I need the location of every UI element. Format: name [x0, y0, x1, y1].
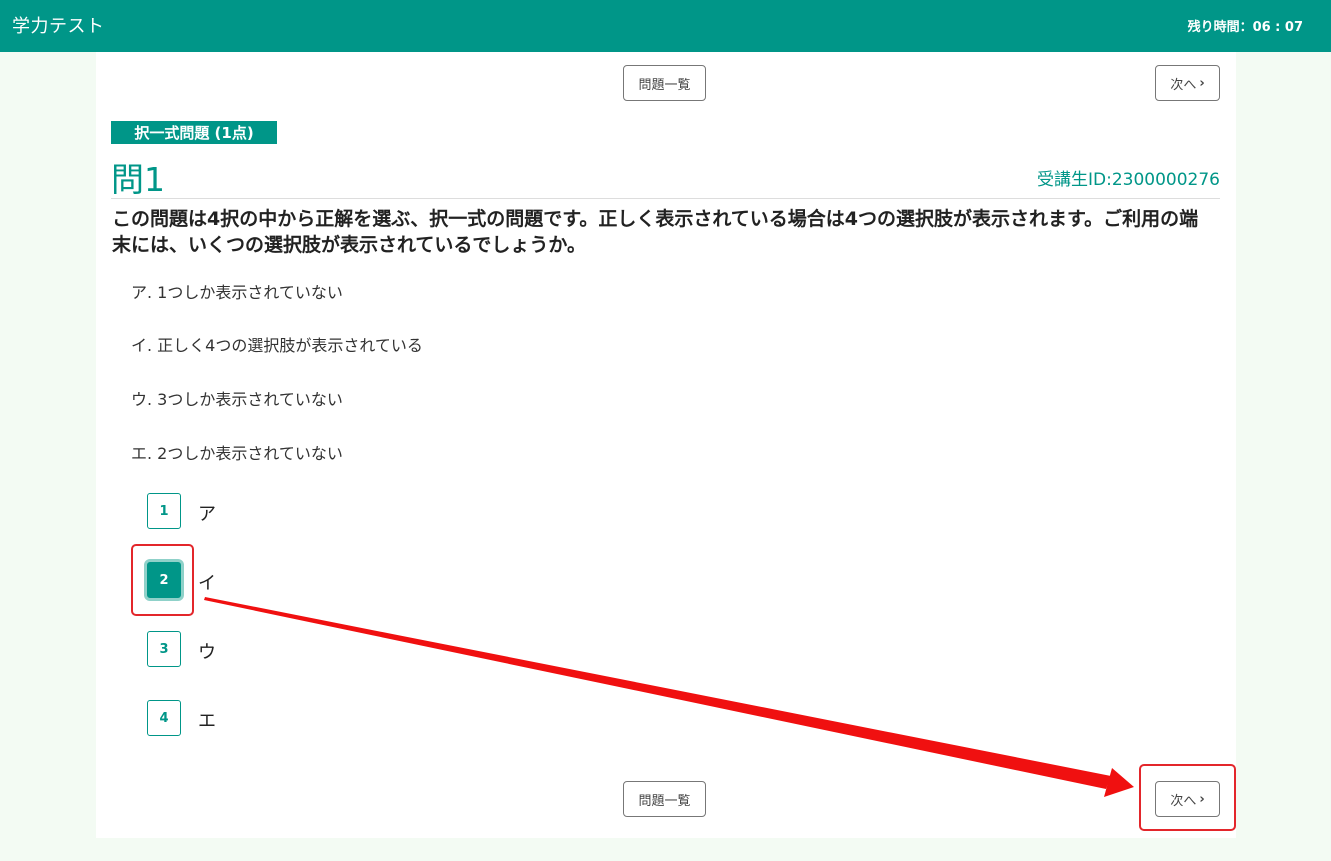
question-number: 問1	[111, 160, 165, 199]
answer-label-1: ア	[198, 504, 216, 525]
next-label: 次へ	[1170, 77, 1197, 93]
annotation-highlight-next	[1139, 764, 1236, 831]
app-header: 学力テスト 残り時間：06 : 07	[0, 0, 1331, 52]
annotation-highlight-answer	[131, 544, 194, 616]
question-type-badge: 択一式問題 (1点)	[111, 121, 277, 144]
choice-a-text: ア. 1つしか表示されていない	[131, 283, 343, 302]
divider	[111, 198, 1220, 199]
question-list-label: 問題一覧	[638, 77, 691, 93]
answer-label-4: エ	[198, 711, 216, 732]
app-title: 学力テスト	[12, 16, 105, 37]
chevron-right-icon: ›	[1199, 75, 1205, 91]
question-list-button-bottom[interactable]: 問題一覧	[623, 781, 706, 817]
remaining-time: 残り時間：06 : 07	[1187, 20, 1303, 35]
answer-button-1[interactable]: 1	[147, 493, 181, 529]
question-panel: 問題一覧 次へ › 択一式問題 (1点) 問1 受講生ID:2300000276…	[96, 52, 1236, 838]
answer-label-2: イ	[198, 573, 216, 594]
question-list-button-top[interactable]: 問題一覧	[623, 65, 706, 101]
choice-e-text: エ. 2つしか表示されていない	[131, 444, 343, 463]
choice-u-text: ウ. 3つしか表示されていない	[131, 390, 343, 409]
answer-button-3[interactable]: 3	[147, 631, 181, 667]
answer-button-4[interactable]: 4	[147, 700, 181, 736]
question-text: この問題は4択の中から正解を選ぶ、択一式の問題です。正しく表示されている場合は4…	[112, 208, 1199, 256]
answer-label-3: ウ	[198, 642, 216, 663]
next-button-top[interactable]: 次へ ›	[1155, 65, 1220, 101]
question-list-label: 問題一覧	[638, 793, 691, 809]
choice-i-text: イ. 正しく4つの選択肢が表示されている	[131, 336, 423, 355]
student-id: 受講生ID:2300000276	[1037, 170, 1220, 190]
